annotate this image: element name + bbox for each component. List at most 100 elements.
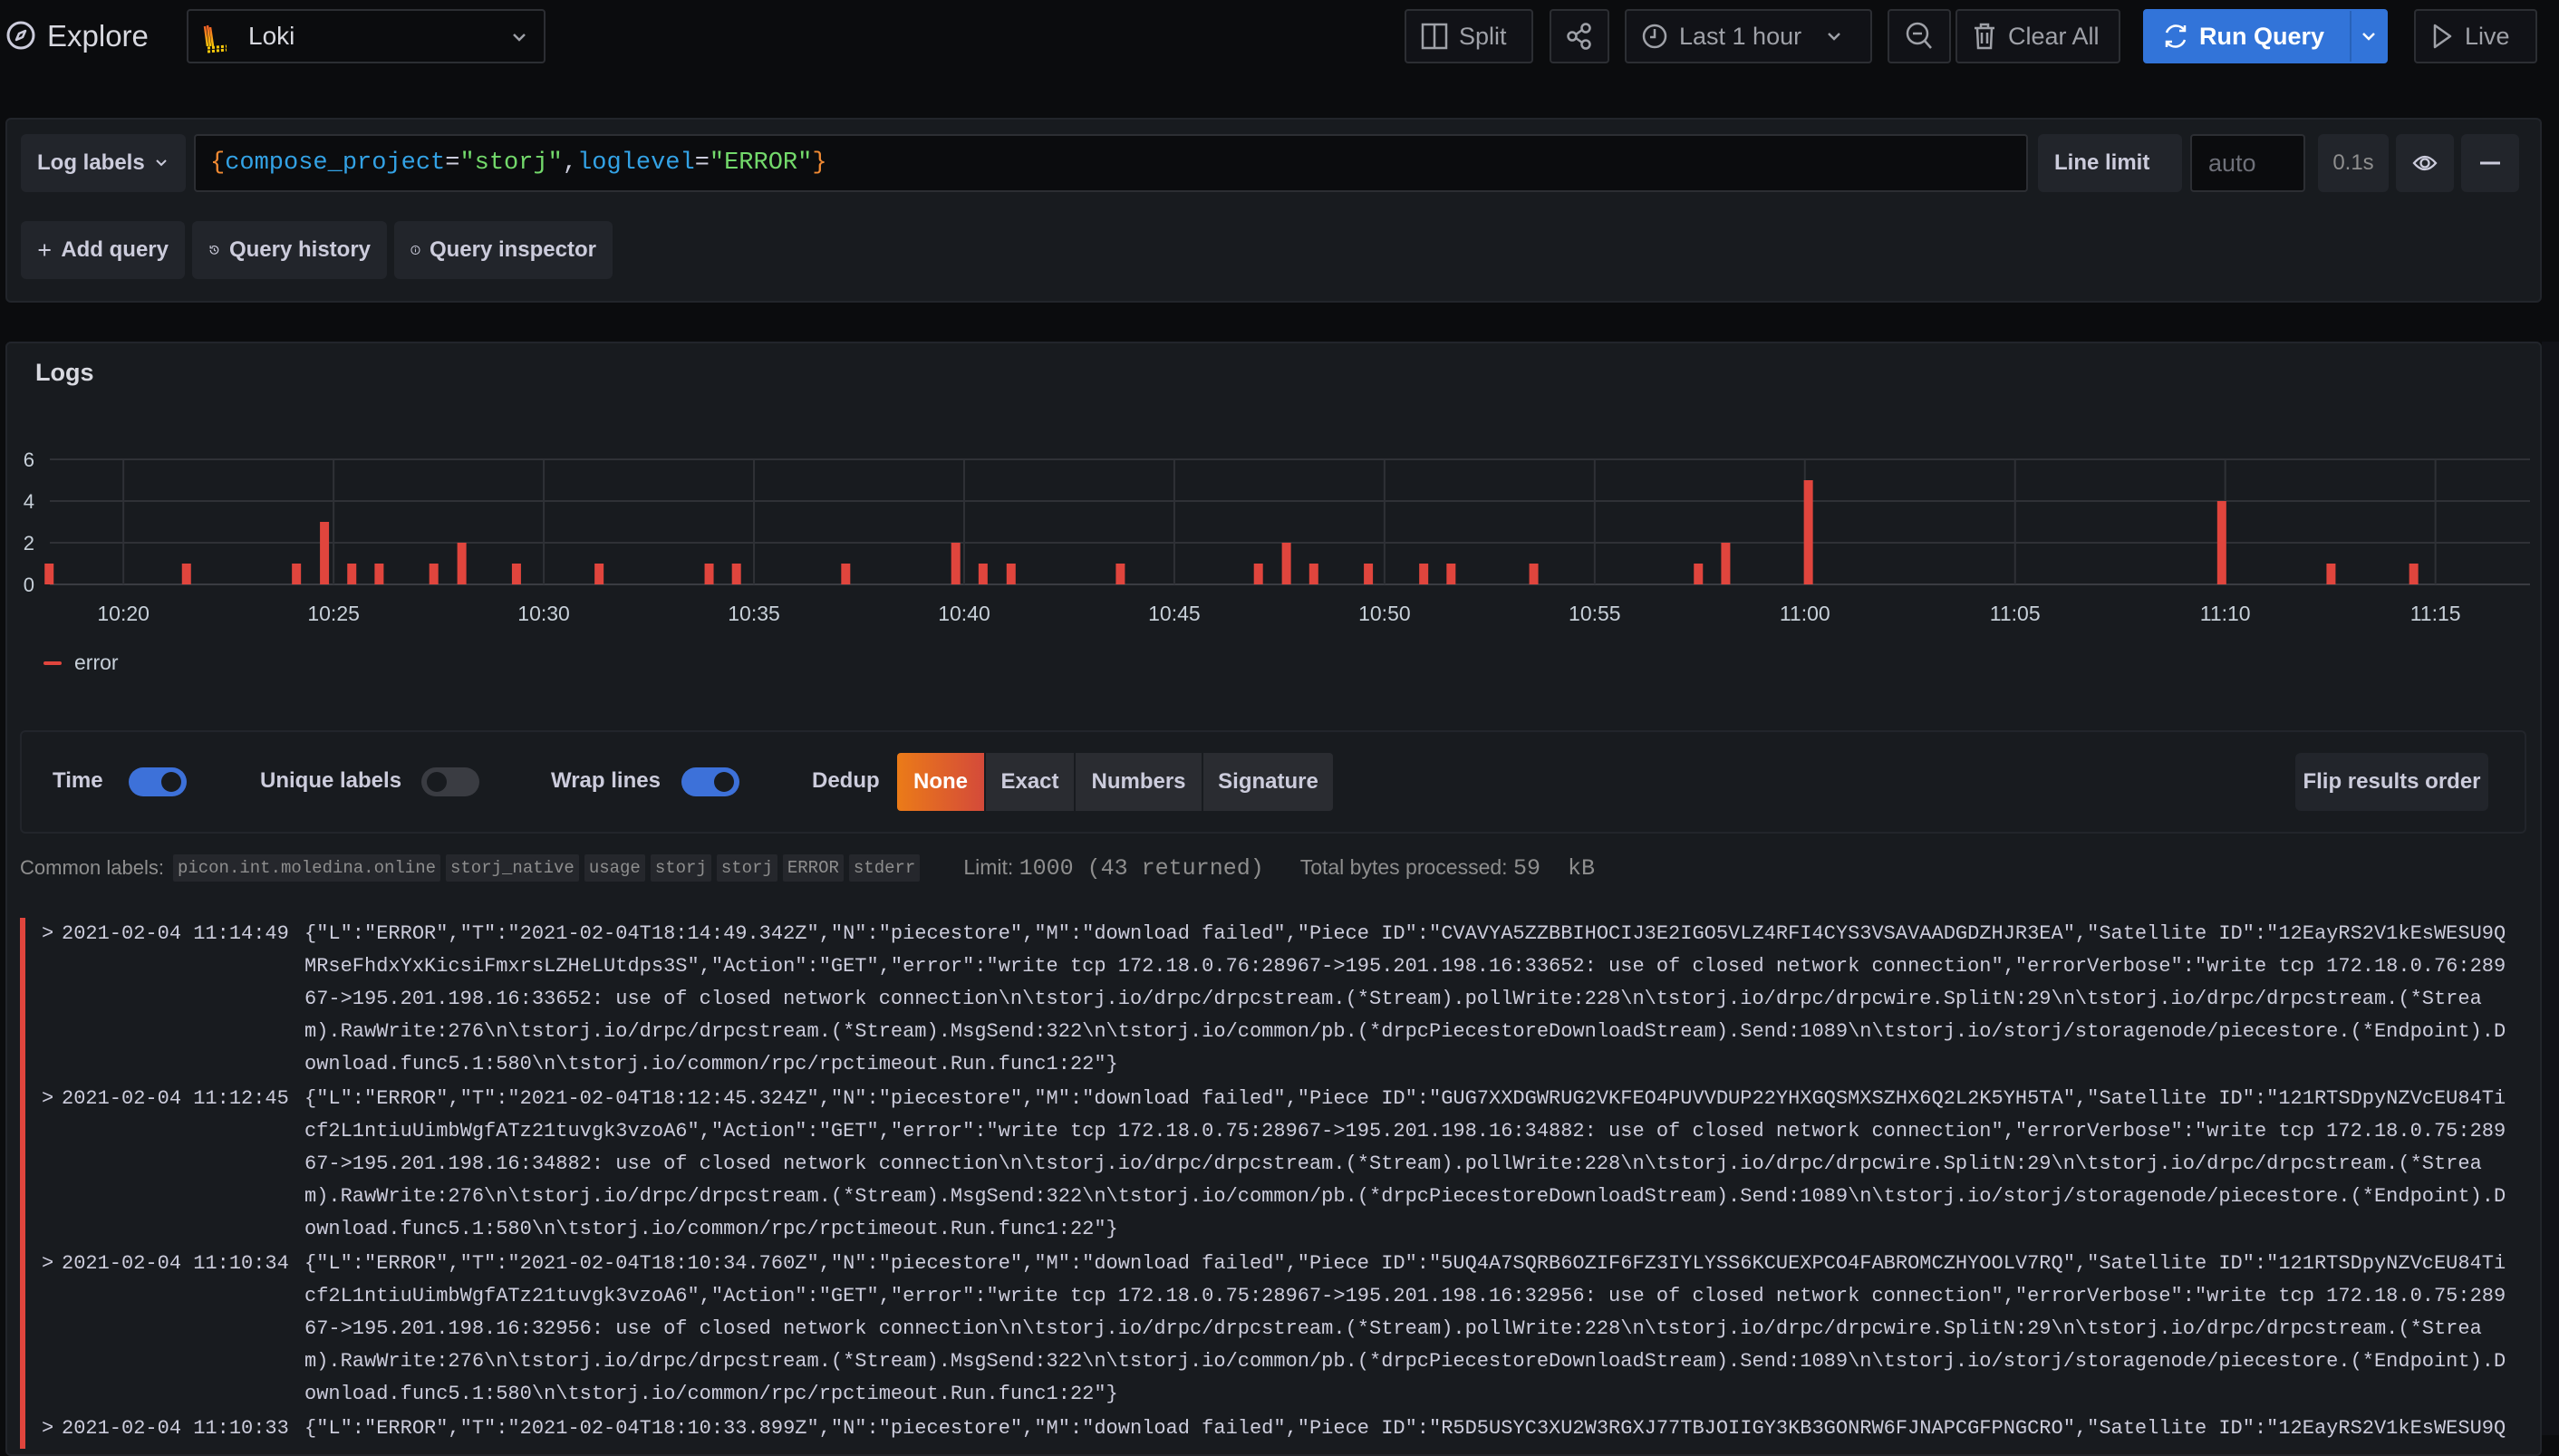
query-inspector-button[interactable]: Query inspector — [394, 221, 613, 279]
add-query-label: Add query — [61, 237, 169, 262]
x-tick-label: 11:00 — [1780, 602, 1830, 625]
dedup-option-none[interactable]: None — [897, 753, 984, 811]
chevron-down-icon — [509, 27, 529, 47]
query-input[interactable]: {compose_project="storj",loglevel="ERROR… — [194, 134, 2028, 192]
minus-icon — [2480, 161, 2500, 165]
dedup-option-exact[interactable]: Exact — [986, 753, 1074, 811]
dedup-option-signature[interactable]: Signature — [1203, 753, 1333, 811]
bar-error — [1803, 480, 1813, 584]
time-range-label: Last 1 hour — [1679, 22, 1802, 50]
query-token-brace: { — [210, 149, 226, 177]
bar-error — [511, 564, 521, 584]
flip-results-order-button[interactable]: Flip results order — [2295, 753, 2488, 811]
toggle-knob — [714, 772, 734, 792]
log-row[interactable]: >2021-02-04 11:12:45 {"L":"ERROR","T":"20… — [20, 1083, 2521, 1249]
time-toggle[interactable] — [129, 767, 187, 796]
query-history-button[interactable]: Query history — [192, 221, 387, 279]
log-message-line: ownload.func5.1:580\n\tstorj.io/common/r… — [304, 1053, 1118, 1075]
unique-labels-toggle[interactable] — [421, 767, 479, 796]
remove-query-button[interactable] — [2461, 134, 2519, 192]
log-message-line: 67->195.201.198.16:33652: use of closed … — [304, 988, 2482, 1010]
share-button[interactable] — [1550, 9, 1609, 63]
live-button[interactable]: Live — [2414, 9, 2537, 63]
log-level-indicator — [20, 1083, 25, 1249]
bar-error — [2409, 564, 2419, 584]
log-message-line: ownload.func5.1:580\n\tstorj.io/common/r… — [304, 1383, 1118, 1405]
chevron-right-icon[interactable]: > — [42, 1413, 53, 1445]
bar-error — [1694, 564, 1704, 584]
zoom-out-button[interactable] — [1888, 9, 1951, 63]
bar-error — [181, 564, 191, 584]
run-query-button-group: Run Query — [2143, 9, 2388, 63]
page-scrollbar[interactable] — [2542, 342, 2559, 1435]
plus-icon — [38, 244, 51, 256]
bar-error — [704, 564, 714, 584]
run-query-options-button[interactable] — [2350, 11, 2386, 62]
chevron-right-icon[interactable]: > — [42, 1083, 53, 1115]
unique-labels-toggle-label: Unique labels — [260, 768, 402, 793]
log-message-line: ownload.func5.1:580\n\tstorj.io/common/r… — [304, 1218, 1118, 1240]
bar-error — [1529, 564, 1539, 584]
log-message-line: m).RawWrite:276\n\tstorj.io/drpc/drpcstr… — [304, 1020, 2506, 1043]
compass-icon — [5, 20, 36, 51]
chart-legend: error — [43, 651, 119, 675]
chevron-right-icon[interactable]: > — [42, 1248, 53, 1280]
clear-all-button[interactable]: Clear All — [1955, 9, 2120, 63]
common-label-chip: storj — [716, 854, 777, 882]
legend-label-error[interactable]: error — [74, 651, 119, 675]
log-message: {"L":"ERROR","T":"2021-02-04T18:10:33.89… — [304, 1413, 2506, 1445]
split-button[interactable]: Split — [1405, 9, 1533, 63]
log-row[interactable]: >2021-02-04 11:14:49 {"L":"ERROR","T":"20… — [20, 918, 2521, 1085]
line-limit-input[interactable] — [2190, 134, 2305, 192]
log-timestamp: 2021-02-04 11:10:33 — [62, 1417, 289, 1440]
bar-error — [1364, 564, 1374, 584]
info-circle-icon — [410, 245, 420, 256]
log-row[interactable]: >2021-02-04 11:10:34 {"L":"ERROR","T":"20… — [20, 1248, 2521, 1414]
share-icon — [1567, 23, 1591, 50]
split-label: Split — [1459, 22, 1507, 50]
wrap-lines-toggle[interactable] — [681, 767, 739, 796]
x-tick-label: 10:55 — [1569, 602, 1621, 625]
live-label: Live — [2465, 22, 2510, 50]
loki-logo-icon — [203, 24, 234, 54]
query-token-str: "storj" — [459, 149, 563, 177]
logs-meta-row: Common labels: picon.int.moledina.online… — [20, 852, 1595, 884]
chevron-down-icon — [155, 159, 167, 167]
log-level-indicator — [20, 1413, 25, 1449]
columns-icon — [1421, 23, 1448, 50]
bar-error — [951, 543, 961, 584]
dedup-option-numbers[interactable]: Numbers — [1076, 753, 1202, 811]
bar-error — [429, 564, 439, 584]
bar-error — [44, 564, 54, 584]
common-label-chip: storj_native — [446, 854, 579, 882]
run-query-button[interactable]: Run Query — [2145, 11, 2339, 62]
y-tick-label: 0 — [24, 574, 34, 596]
log-row[interactable]: >2021-02-04 11:10:33 {"L":"ERROR","T":"20… — [20, 1413, 2521, 1449]
log-message-line: 67->195.201.198.16:32956: use of closed … — [304, 1317, 2482, 1340]
log-labels-label: Log labels — [37, 150, 145, 175]
toggle-knob — [427, 772, 447, 792]
x-tick-label: 11:15 — [2410, 602, 2461, 625]
eye-icon — [2412, 155, 2438, 171]
bar-error — [347, 564, 357, 584]
y-tick-label: 4 — [24, 490, 34, 513]
query-token-brace: } — [812, 149, 827, 177]
add-query-button[interactable]: Add query — [21, 221, 185, 279]
clock-icon — [1642, 24, 1667, 49]
run-query-label: Run Query — [2199, 22, 2325, 50]
chevron-right-icon[interactable]: > — [42, 918, 53, 950]
bar-error — [292, 564, 302, 584]
bar-error — [2326, 564, 2336, 584]
time-range-picker[interactable]: Last 1 hour — [1625, 9, 1872, 63]
log-message: {"L":"ERROR","T":"2021-02-04T18:14:49.34… — [304, 918, 2506, 1081]
limit-info: Limit: 1000 (43 returned) — [963, 855, 1263, 882]
sync-icon — [2165, 24, 2187, 48]
bar-error — [594, 564, 604, 584]
toggle-query-visibility-button[interactable] — [2396, 134, 2454, 192]
x-tick-label: 10:50 — [1358, 602, 1411, 625]
query-history-label: Query history — [228, 237, 371, 262]
limit-value: 1000 (43 returned) — [1019, 854, 1264, 882]
datasource-picker[interactable]: Loki — [187, 9, 546, 63]
common-labels-label: Common labels: — [20, 856, 164, 879]
log-labels-button[interactable]: Log labels — [21, 134, 186, 192]
